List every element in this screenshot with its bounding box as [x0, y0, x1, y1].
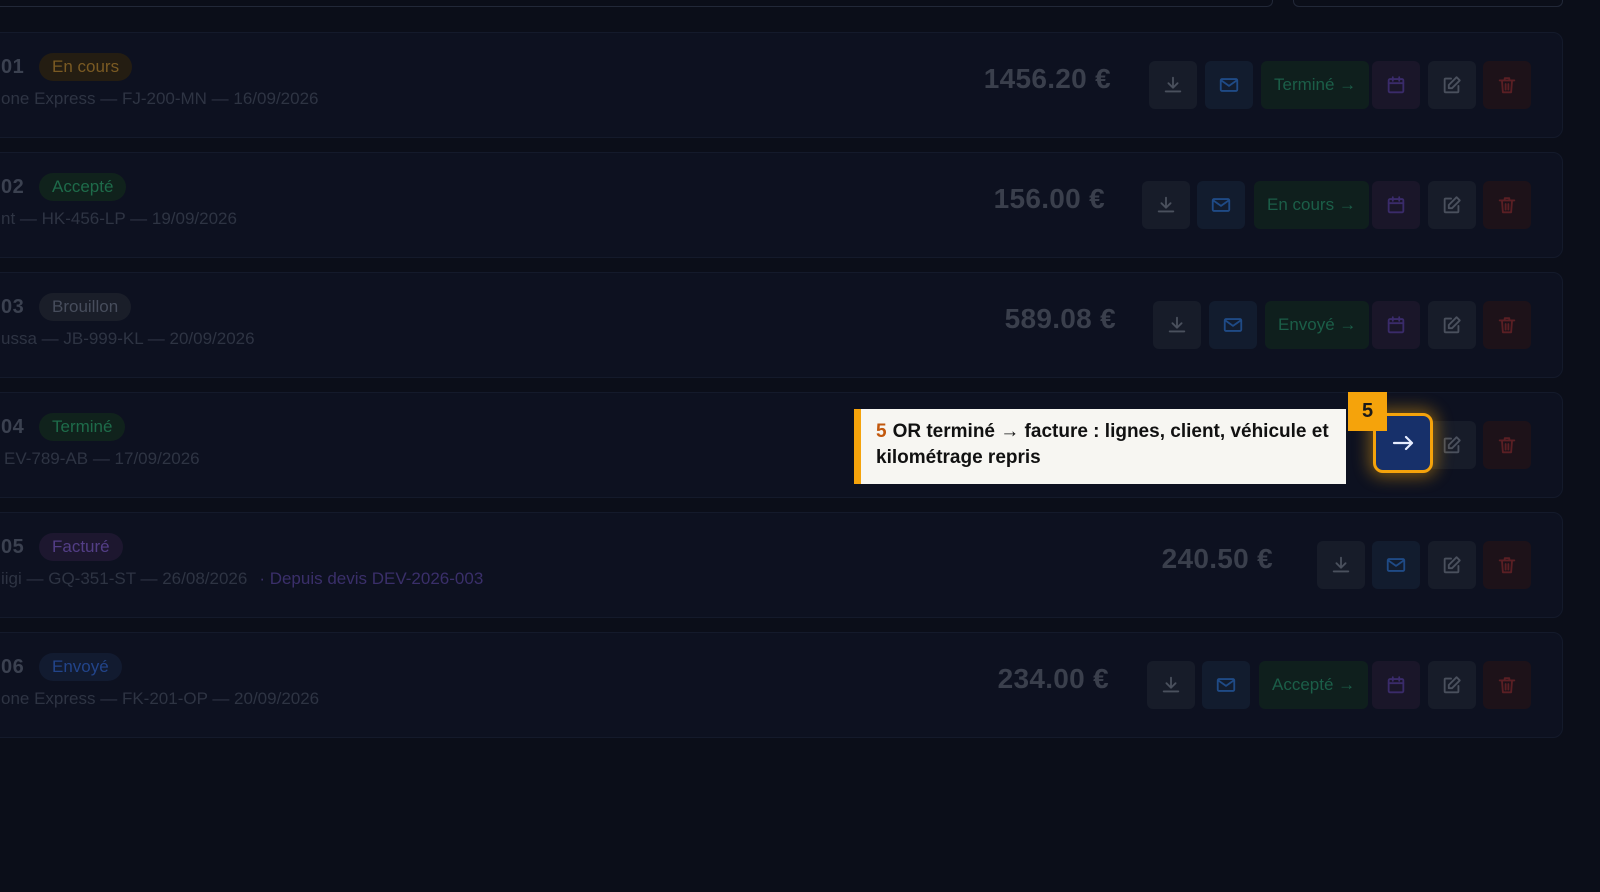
mail-icon — [1219, 78, 1239, 92]
list-item: 01 En cours one Express — FJ-200-MN — 16… — [0, 32, 1563, 138]
schedule-button[interactable] — [1372, 61, 1420, 109]
download-icon — [1162, 676, 1180, 693]
email-button[interactable] — [1372, 541, 1420, 589]
calendar-icon — [1387, 676, 1405, 694]
advance-status-button[interactable]: En cours → — [1254, 181, 1369, 229]
edit-button[interactable] — [1428, 61, 1476, 109]
schedule-button[interactable] — [1372, 661, 1420, 709]
row-meta: ussa — JB-999-KL — 20/09/2026 — [1, 329, 255, 348]
row-total: 589.08 € — [1004, 303, 1116, 334]
edit-button[interactable] — [1428, 301, 1476, 349]
row-meta: one Express — FJ-200-MN — 16/09/2026 — [1, 89, 319, 108]
edit-icon — [1443, 316, 1461, 334]
edit-button[interactable] — [1428, 181, 1476, 229]
mail-icon — [1216, 678, 1236, 692]
search-field-edge — [0, 0, 1273, 7]
download-button[interactable] — [1149, 61, 1197, 109]
row-number: 03 — [1, 296, 25, 318]
download-icon — [1332, 556, 1350, 573]
list-item: 03 Brouillon ussa — JB-999-KL — 20/09/20… — [0, 272, 1563, 378]
row-number: 02 — [1, 176, 25, 198]
row-total: 156.00 € — [993, 183, 1105, 214]
tour-step-text: OR terminé → facture : lignes, client, v… — [876, 421, 1329, 468]
status-badge: Terminé — [39, 413, 126, 441]
filter-field-edge — [1293, 0, 1563, 7]
download-icon — [1164, 76, 1182, 93]
edit-icon — [1443, 556, 1461, 574]
mail-icon — [1223, 318, 1243, 332]
advance-status-button[interactable]: Envoyé → — [1265, 301, 1370, 349]
schedule-button[interactable] — [1372, 181, 1420, 229]
row-meta: one Express — FK-201-OP — 20/09/2026 — [1, 689, 320, 708]
email-button[interactable] — [1205, 61, 1253, 109]
edit-icon — [1443, 196, 1461, 214]
delete-button[interactable] — [1483, 181, 1531, 229]
advance-status-button[interactable]: Terminé → — [1261, 61, 1370, 109]
edit-icon — [1443, 676, 1461, 694]
delete-button[interactable] — [1483, 301, 1531, 349]
mail-icon — [1211, 198, 1231, 212]
tour-step-number: 5 — [876, 421, 887, 442]
row-meta: EV-789-AB — 17/09/2026 — [4, 449, 200, 468]
edit-button[interactable] — [1428, 541, 1476, 589]
source-quote-link[interactable]: · Depuis devis DEV-2026-003 — [259, 569, 483, 588]
advance-status-button[interactable]: Accepté → — [1259, 661, 1369, 709]
calendar-icon — [1387, 196, 1405, 214]
row-meta: iigi — GQ-351-ST — 26/08/2026 · Depuis de… — [1, 569, 483, 589]
status-badge: Brouillon — [39, 293, 132, 321]
trash-icon — [1498, 317, 1516, 334]
row-number: 04 — [1, 416, 25, 438]
row-total: 1456.20 € — [983, 63, 1111, 94]
delete-button[interactable] — [1483, 61, 1531, 109]
row-number: 01 — [1, 56, 25, 78]
row-number: 05 — [1, 536, 25, 558]
download-button[interactable] — [1153, 301, 1201, 349]
edit-button[interactable] — [1428, 421, 1476, 469]
email-button[interactable] — [1209, 301, 1257, 349]
arrow-right-icon — [1392, 435, 1414, 451]
mail-icon — [1386, 558, 1406, 572]
calendar-icon — [1387, 316, 1405, 334]
download-button[interactable] — [1142, 181, 1190, 229]
tour-step-badge: 5 — [1348, 392, 1387, 431]
row-meta: nt — HK-456-LP — 19/09/2026 — [1, 209, 237, 228]
list-item: 02 Accepté nt — HK-456-LP — 19/09/2026 1… — [0, 152, 1563, 258]
delete-button[interactable] — [1483, 661, 1531, 709]
trash-icon — [1498, 437, 1516, 454]
list-item: 06 Envoyé one Express — FK-201-OP — 20/0… — [0, 632, 1563, 738]
download-icon — [1168, 316, 1186, 333]
list-item: 05 Facturé iigi — GQ-351-ST — 26/08/2026… — [0, 512, 1563, 618]
delete-button[interactable] — [1483, 541, 1531, 589]
tour-callout: 5 OR terminé → facture : lignes, client, … — [854, 409, 1346, 484]
row-total: 234.00 € — [997, 663, 1109, 694]
trash-icon — [1498, 677, 1516, 694]
email-button[interactable] — [1202, 661, 1250, 709]
edit-icon — [1443, 76, 1461, 94]
status-badge: Envoyé — [39, 653, 122, 681]
trash-icon — [1498, 557, 1516, 574]
row-meta-text: iigi — GQ-351-ST — 26/08/2026 — [1, 569, 248, 588]
status-badge: Facturé — [39, 533, 123, 561]
edit-icon — [1443, 436, 1461, 454]
trash-icon — [1498, 77, 1516, 94]
email-button[interactable] — [1197, 181, 1245, 229]
download-icon — [1157, 196, 1175, 213]
download-button[interactable] — [1317, 541, 1365, 589]
trash-icon — [1498, 197, 1516, 214]
status-badge: En cours — [39, 53, 133, 81]
delete-button[interactable] — [1483, 421, 1531, 469]
schedule-button[interactable] — [1372, 301, 1420, 349]
calendar-icon — [1387, 76, 1405, 94]
row-total: 240.50 € — [1161, 543, 1273, 574]
edit-button[interactable] — [1428, 661, 1476, 709]
row-number: 06 — [1, 656, 25, 678]
status-badge: Accepté — [39, 173, 127, 201]
download-button[interactable] — [1147, 661, 1195, 709]
